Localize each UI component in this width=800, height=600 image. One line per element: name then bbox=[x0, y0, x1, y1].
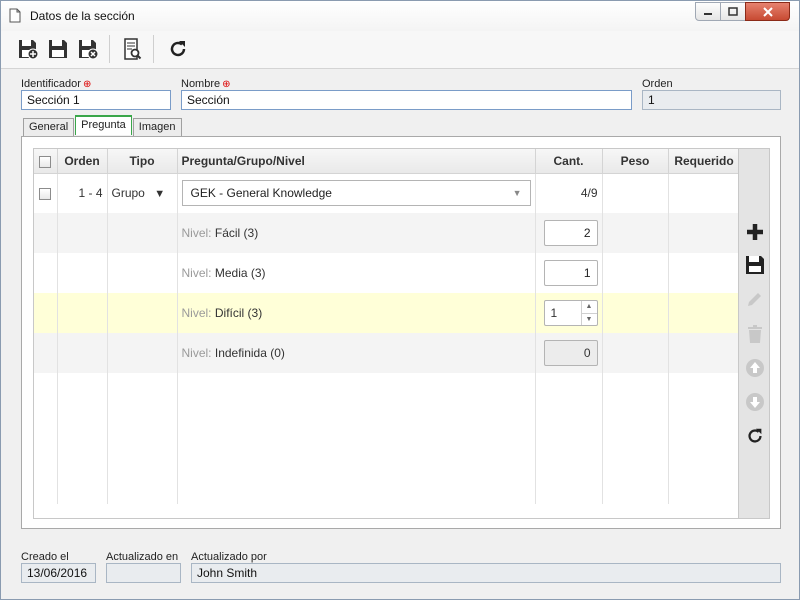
tab-pregunta[interactable]: Pregunta bbox=[75, 115, 132, 135]
toolbar bbox=[1, 31, 799, 69]
preview-button[interactable] bbox=[120, 36, 146, 62]
level-quantity-input-disabled: 0 bbox=[543, 340, 598, 366]
row-tipo[interactable]: Grupo ▼ bbox=[107, 173, 178, 213]
document-search-icon bbox=[124, 38, 142, 60]
close-button[interactable] bbox=[745, 2, 790, 21]
move-up-icon bbox=[746, 359, 764, 377]
add-icon bbox=[747, 224, 763, 240]
nombre-input[interactable]: Sección bbox=[181, 90, 632, 110]
minimize-button[interactable] bbox=[695, 2, 721, 21]
table-row[interactable]: 1 - 4 Grupo ▼ GEK - General Knowledge ▼ … bbox=[34, 173, 738, 213]
level-quantity-input[interactable]: 2 bbox=[543, 220, 598, 246]
select-all-checkbox-header bbox=[34, 149, 58, 174]
actualizado-por-field: John Smith bbox=[191, 563, 781, 583]
save-close-icon bbox=[79, 40, 99, 60]
tab-panel: Orden Tipo Pregunta/Grupo/Nivel Cant. Pe… bbox=[21, 136, 781, 529]
refresh-button[interactable] bbox=[165, 36, 191, 62]
group-select[interactable]: GEK - General Knowledge ▼ bbox=[181, 180, 531, 207]
level-label: Indefinida (0) bbox=[214, 346, 285, 360]
row-orden: 1 - 4 bbox=[57, 173, 108, 213]
level-row[interactable]: Nivel: Indefinida (0) 0 bbox=[34, 333, 738, 373]
level-row[interactable]: Nivel: Fácil (3) 2 bbox=[34, 213, 738, 253]
orden-label: Orden bbox=[642, 78, 673, 90]
level-row[interactable]: Nivel: Media (3) 1 bbox=[34, 253, 738, 293]
identificador-input[interactable]: Sección 1 bbox=[21, 90, 171, 110]
nivel-prefix: Nivel: bbox=[181, 266, 212, 280]
add-button[interactable] bbox=[744, 221, 766, 243]
level-label: Difícil (3) bbox=[214, 306, 263, 320]
level-quantity-input[interactable]: 1 bbox=[543, 260, 598, 286]
creado-el-field: 13/06/2016 bbox=[21, 563, 96, 583]
maximize-button[interactable] bbox=[720, 2, 746, 21]
column-header-tipo[interactable]: Tipo bbox=[107, 149, 178, 174]
creado-el-label: Creado el bbox=[21, 551, 69, 563]
column-header-peso[interactable]: Peso bbox=[602, 149, 669, 174]
minimize-icon bbox=[704, 12, 712, 15]
move-down-button[interactable] bbox=[744, 391, 766, 413]
level-label: Media (3) bbox=[214, 266, 266, 280]
actualizado-por-label: Actualizado por bbox=[191, 551, 267, 563]
move-up-button[interactable] bbox=[744, 357, 766, 379]
chevron-down-icon: ▼ bbox=[512, 188, 522, 199]
column-header-pregunta[interactable]: Pregunta/Grupo/Nivel bbox=[177, 149, 536, 174]
stepper-up-icon[interactable]: ▲ bbox=[581, 301, 597, 314]
actualizado-en-field bbox=[106, 563, 181, 583]
refresh-icon bbox=[748, 428, 762, 443]
select-all-checkbox[interactable] bbox=[39, 155, 52, 168]
refresh-grid-button[interactable] bbox=[744, 425, 766, 447]
edit-icon bbox=[748, 293, 761, 306]
expand-arrow-icon[interactable]: ▼ bbox=[154, 188, 165, 200]
required-icon: ⊕ bbox=[82, 79, 92, 90]
tab-bar: General Pregunta Imagen bbox=[23, 115, 183, 136]
column-header-requerido[interactable]: Requerido bbox=[668, 149, 738, 174]
move-down-icon bbox=[746, 393, 764, 411]
orden-field: 1 bbox=[642, 90, 781, 110]
save-new-icon bbox=[19, 40, 39, 60]
delete-button[interactable] bbox=[744, 323, 766, 345]
save-close-button[interactable] bbox=[75, 36, 101, 62]
column-header-cant[interactable]: Cant. bbox=[535, 149, 603, 174]
level-label: Fácil (3) bbox=[214, 226, 259, 240]
row-requerido bbox=[668, 173, 738, 213]
refresh-icon bbox=[170, 41, 186, 57]
nivel-prefix: Nivel: bbox=[181, 306, 212, 320]
save-row-button[interactable] bbox=[744, 254, 766, 276]
question-grid: Orden Tipo Pregunta/Grupo/Nivel Cant. Pe… bbox=[33, 148, 739, 519]
identificador-label: Identificador ⊕ bbox=[21, 78, 92, 90]
tab-general[interactable]: General bbox=[23, 118, 75, 136]
save-icon bbox=[746, 256, 764, 274]
level-row-selected[interactable]: Nivel: Difícil (3) 1 ▲ ▼ bbox=[34, 293, 738, 333]
nivel-prefix: Nivel: bbox=[181, 346, 212, 360]
save-new-button[interactable] bbox=[15, 36, 41, 62]
document-icon bbox=[9, 8, 21, 26]
empty-area bbox=[34, 373, 738, 504]
column-header-orden[interactable]: Orden bbox=[57, 149, 108, 174]
side-toolbar bbox=[739, 148, 770, 519]
dialog-window: Datos de la sección Identificador ⊕ Secc… bbox=[0, 0, 800, 600]
required-icon: ⊕ bbox=[222, 79, 231, 90]
close-icon bbox=[762, 6, 773, 17]
nivel-prefix: Nivel: bbox=[181, 226, 212, 240]
window-title: Datos de la sección bbox=[30, 9, 135, 23]
edit-button[interactable] bbox=[744, 288, 766, 310]
row-cant: 4/9 bbox=[535, 173, 603, 213]
save-icon bbox=[49, 40, 67, 58]
title-bar: Datos de la sección bbox=[1, 1, 799, 31]
save-button[interactable] bbox=[45, 36, 71, 62]
delete-icon bbox=[748, 325, 762, 343]
tab-imagen[interactable]: Imagen bbox=[132, 118, 182, 136]
level-quantity-stepper[interactable]: 1 ▲ ▼ bbox=[543, 300, 598, 326]
nombre-label: Nombre ⊕ bbox=[181, 78, 231, 90]
row-peso bbox=[602, 173, 669, 213]
stepper-down-icon[interactable]: ▼ bbox=[582, 314, 597, 326]
actualizado-en-label: Actualizado en bbox=[106, 551, 179, 563]
row-checkbox[interactable] bbox=[39, 188, 52, 201]
maximize-icon bbox=[728, 7, 738, 16]
